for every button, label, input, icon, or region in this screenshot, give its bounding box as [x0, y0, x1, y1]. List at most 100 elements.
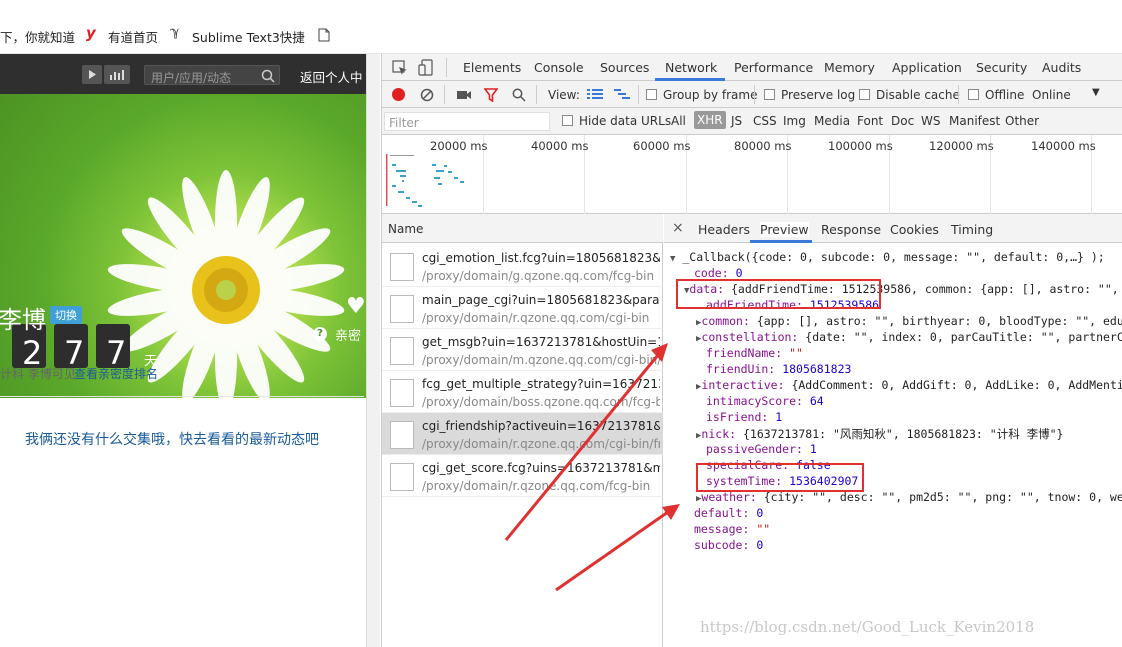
request-row-selected[interactable]: cgi_friendship?activeuin=1637213781&pas.…	[382, 413, 663, 455]
bookmark-item-youdao[interactable]: 有道首页	[108, 27, 158, 46]
large-rows-icon[interactable]	[587, 88, 603, 101]
name-column-header[interactable]: Name	[382, 214, 663, 243]
tab-application[interactable]: Application	[892, 60, 962, 75]
filter-type-other[interactable]: Other	[1005, 114, 1039, 128]
search-input[interactable]: 用户/应用/动态	[144, 65, 280, 85]
json-row-weather[interactable]: ▶weather: {city: "", desc: "", pm2d5: ""…	[696, 490, 1122, 504]
document-icon[interactable]	[318, 28, 330, 42]
tab-audits[interactable]: Audits	[1042, 60, 1081, 75]
timeline-overview[interactable]: 20000 ms 40000 ms 60000 ms 80000 ms 1000…	[382, 135, 1122, 214]
request-name: cgi_get_score.fcg?uins=1637213781&mask..…	[422, 461, 660, 475]
tab-network[interactable]: Network	[665, 60, 717, 75]
divider	[754, 85, 755, 104]
divider	[446, 58, 447, 77]
bookmark-item[interactable]: 下，你就知道	[0, 27, 75, 46]
inspect-element-icon[interactable]	[392, 60, 408, 76]
filter-type-img[interactable]: Img	[783, 114, 806, 128]
screenshot-camera-icon[interactable]	[456, 89, 472, 101]
json-row-default: default: 0	[694, 506, 764, 520]
name-header-label: Name	[388, 222, 424, 236]
hide-data-urls-checkbox[interactable]: Hide data URLs	[562, 114, 671, 128]
search-icon[interactable]	[512, 88, 526, 102]
group-by-frame-checkbox[interactable]: Group by frame	[646, 88, 757, 102]
music-bars-button[interactable]	[104, 65, 130, 84]
timeline-tick: 120000 ms	[929, 139, 994, 153]
json-row-nick[interactable]: ▶nick: {1637213781: "风雨知秋", 1805681823: …	[696, 426, 1063, 442]
filter-type-doc[interactable]: Doc	[891, 114, 914, 128]
filter-input[interactable]: Filter	[384, 112, 550, 131]
visibility-text: 计科 李博可见	[0, 367, 76, 381]
tab-console[interactable]: Console	[534, 60, 584, 75]
tab-performance[interactable]: Performance	[734, 60, 813, 75]
json-row-constellation[interactable]: ▶constellation: {date: "", index: 0, par…	[696, 330, 1122, 344]
search-icon[interactable]	[261, 69, 275, 83]
filter-type-manifest[interactable]: Manifest	[949, 114, 1000, 128]
request-name: fcg_get_multiple_strategy?uin=16372137..…	[422, 377, 660, 391]
request-path: /proxy/domain/boss.qzone.qq.com/fcg-bin	[422, 395, 660, 409]
tab-headers[interactable]: Headers	[698, 222, 750, 237]
bookmark-item-sublime[interactable]: Sublime Text3快捷	[192, 27, 307, 46]
request-row[interactable]: get_msgb?uin=1637213781&hostUin=180... /…	[382, 329, 663, 371]
tab-timing[interactable]: Timing	[951, 222, 993, 237]
devtools-panel: Elements Console Sources Network Perform…	[381, 54, 1122, 647]
file-icon	[390, 463, 414, 491]
json-row-interactive[interactable]: ▶interactive: {AddComment: 0, AddGift: 0…	[696, 378, 1122, 392]
json-row-subcode: subcode: 0	[694, 538, 764, 552]
play-button[interactable]	[82, 65, 102, 84]
json-row-friendname: friendName: ""	[706, 346, 803, 360]
json-row-message: message: ""	[694, 522, 771, 536]
tab-preview[interactable]: Preview	[760, 222, 809, 237]
request-row[interactable]: fcg_get_multiple_strategy?uin=16372137..…	[382, 371, 663, 413]
filter-placeholder: Filter	[389, 116, 419, 130]
tab-cookies[interactable]: Cookies	[890, 222, 939, 237]
request-row[interactable]: cgi_emotion_list.fcg?uin=1805681823&logi…	[382, 245, 663, 287]
clear-icon[interactable]	[420, 88, 434, 102]
request-path: /proxy/domain/r.qzone.qq.com/cgi-bin	[422, 311, 650, 325]
filter-type-media[interactable]: Media	[814, 114, 850, 128]
waterfall-icon[interactable]	[614, 88, 630, 101]
help-icon[interactable]: ?	[313, 327, 327, 341]
switch-button[interactable]: 切换	[50, 306, 82, 324]
json-row-common[interactable]: ▶common: {app: [], astro: "", birthyear:…	[696, 314, 1122, 328]
request-name: main_page_cgi?uin=1805681823&param=...	[422, 293, 660, 307]
request-name: get_msgb?uin=1637213781&hostUin=180...	[422, 335, 660, 349]
tab-sources[interactable]: Sources	[600, 60, 649, 75]
throttling-select[interactable]: Online	[1032, 88, 1071, 102]
close-icon[interactable]: ×	[672, 220, 684, 236]
tab-memory[interactable]: Memory	[824, 60, 875, 75]
record-button[interactable]	[392, 88, 405, 101]
empty-feed-message[interactable]: 我俩还没有什么交集哦，快去看看的最新动态吧	[25, 429, 319, 449]
tab-security[interactable]: Security	[976, 60, 1027, 75]
flower-banner: 李博 切换 2 7 7 天 ♥ ? 亲密	[0, 94, 366, 398]
filter-icon[interactable]	[484, 88, 498, 102]
sublime-icon: ℽ	[170, 25, 180, 40]
qzone-top-bar: 用户/应用/动态 返回个人中	[0, 54, 380, 94]
heart-icon[interactable]: ♥	[346, 294, 366, 319]
request-path: /proxy/domain/r.qzone.qq.com/fcg-bin	[422, 479, 651, 493]
chevron-down-icon[interactable]: ▼	[1092, 87, 1100, 98]
filter-type-css[interactable]: CSS	[753, 114, 777, 128]
intimacy-rank-link[interactable]: 查看亲密度排名	[74, 365, 158, 382]
json-row-code: code: 0	[694, 266, 743, 280]
return-personal-center-link[interactable]: 返回个人中	[300, 67, 363, 86]
filter-type-all[interactable]: All	[671, 114, 686, 128]
filter-type-font[interactable]: Font	[857, 114, 883, 128]
callback-line[interactable]: ▼ _Callback({code: 0, subcode: 0, messag…	[670, 250, 1105, 264]
device-toolbar-icon[interactable]	[418, 59, 434, 77]
qzone-page: 用户/应用/动态 返回个人中 李博 切换 2 7 7 天 ♥ ? 亲密 计科 李…	[0, 54, 380, 647]
tab-elements[interactable]: Elements	[463, 60, 521, 75]
timeline-tick: 100000 ms	[828, 139, 893, 153]
left-scrollbar[interactable]	[366, 54, 380, 647]
disable-cache-checkbox[interactable]: Disable cache	[859, 88, 960, 102]
filter-type-ws[interactable]: WS	[921, 114, 940, 128]
file-icon	[390, 253, 414, 281]
filter-type-js[interactable]: JS	[731, 114, 742, 128]
offline-checkbox[interactable]: Offline	[968, 88, 1024, 102]
file-icon	[390, 295, 414, 323]
request-row[interactable]: cgi_get_score.fcg?uins=1637213781&mask..…	[382, 455, 663, 497]
request-row[interactable]: main_page_cgi?uin=1805681823&param=... /…	[382, 287, 663, 329]
filter-type-xhr[interactable]: XHR	[694, 111, 726, 129]
preserve-log-checkbox[interactable]: Preserve log	[764, 88, 855, 102]
file-icon	[390, 421, 414, 449]
tab-response[interactable]: Response	[821, 222, 881, 237]
